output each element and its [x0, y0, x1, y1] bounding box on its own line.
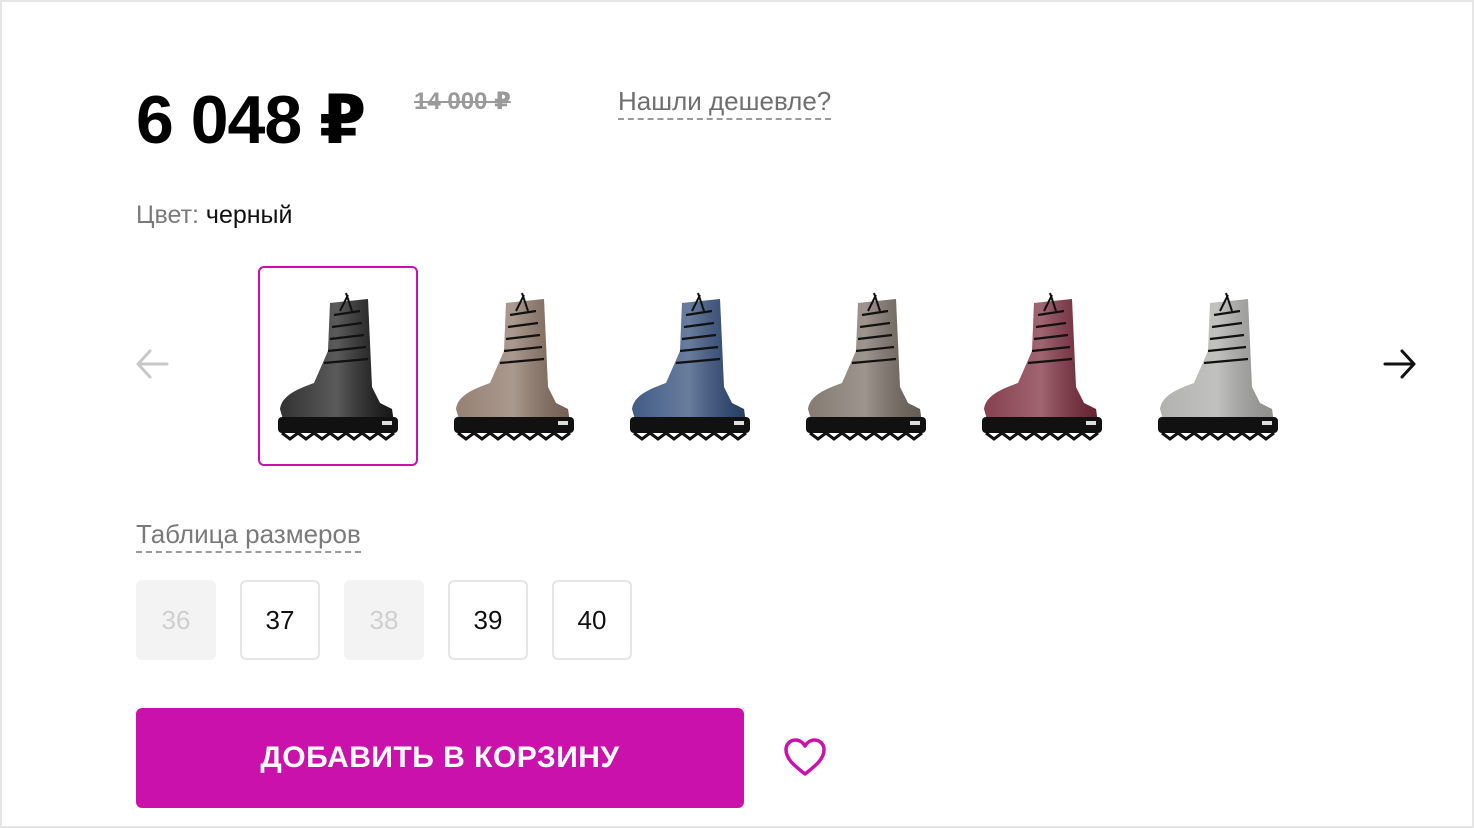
add-to-cart-button[interactable]: ДОБАВИТЬ В КОРЗИНУ	[136, 708, 744, 808]
size-table-link[interactable]: Таблица размеров	[136, 519, 361, 553]
found-cheaper-link[interactable]: Нашли дешевле?	[618, 86, 832, 120]
color-option-blue[interactable]	[610, 266, 770, 466]
product-card: 6 048 ₽ 14 000 ₽ Нашли дешевле? Цвет: че…	[0, 0, 1474, 828]
heart-icon	[782, 736, 828, 783]
add-to-favorites-button[interactable]	[778, 734, 832, 784]
boot-image	[278, 292, 398, 441]
carousel-next-button[interactable]	[1378, 344, 1422, 388]
current-price: 6 048 ₽	[136, 82, 366, 158]
size-option-37[interactable]: 37	[240, 580, 320, 660]
carousel-prev-button[interactable]	[130, 344, 174, 388]
color-value: черный	[205, 201, 293, 229]
color-option-taupe[interactable]	[786, 266, 946, 466]
size-option-39[interactable]: 39	[448, 580, 528, 660]
color-option-black[interactable]	[258, 266, 418, 466]
boot-image	[630, 292, 750, 441]
color-thumbnails	[258, 266, 1318, 466]
color-option-brown[interactable]	[434, 266, 594, 466]
boot-image	[806, 292, 926, 441]
size-option-38: 38	[344, 580, 424, 660]
old-price: 14 000 ₽	[414, 88, 511, 115]
boot-image	[454, 292, 574, 441]
boot-image	[1158, 292, 1278, 441]
size-option-36: 36	[136, 580, 216, 660]
color-label: Цвет:	[136, 201, 199, 229]
color-row: Цвет: черный	[136, 200, 293, 230]
boot-image	[982, 292, 1102, 441]
arrow-left-icon	[134, 346, 170, 387]
size-option-40[interactable]: 40	[552, 580, 632, 660]
arrow-right-icon	[1382, 346, 1418, 387]
color-option-burgundy[interactable]	[962, 266, 1122, 466]
color-option-silver[interactable]	[1138, 266, 1298, 466]
